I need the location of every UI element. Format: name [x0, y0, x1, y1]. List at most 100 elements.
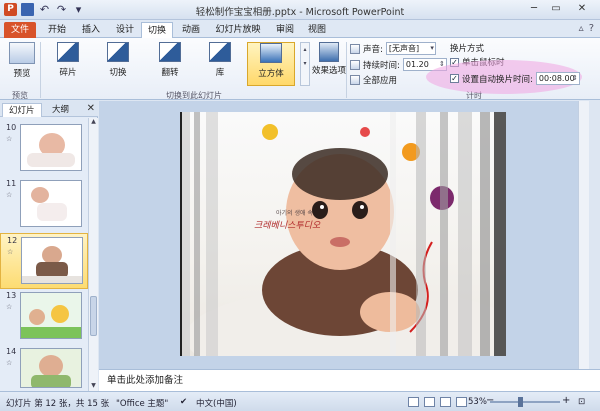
sound-icon — [350, 43, 360, 54]
auto-advance-spinner[interactable]: 00:08.00 — [535, 72, 580, 85]
tab-slideshow[interactable]: 幻灯片放映 — [210, 22, 266, 38]
transition-label: 切换 — [109, 68, 127, 78]
transition-star-icon: ☆ — [6, 303, 13, 311]
sound-row: 声音: [无声音] — [350, 42, 436, 55]
slide-number: 12 — [7, 236, 18, 245]
minimize-ribbon-icon[interactable]: ▵ — [579, 23, 584, 34]
tab-slides[interactable]: 幻灯片 — [2, 103, 42, 117]
tab-outline[interactable]: 大纲 — [46, 103, 75, 117]
sound-dropdown[interactable]: [无声音] — [385, 42, 436, 55]
preview-group-label: 预览 — [12, 91, 28, 100]
preview-label: 预览 — [13, 69, 31, 79]
preview-button[interactable]: 预览 — [2, 40, 42, 79]
group-separator — [346, 42, 347, 98]
flip-icon — [159, 42, 181, 62]
tab-file[interactable]: 文件 — [4, 22, 36, 38]
slide-scrollbar[interactable] — [578, 101, 589, 369]
slide-thumb-13[interactable]: 13 ☆ — [0, 289, 88, 345]
transition-star-icon: ☆ — [7, 248, 14, 256]
transition-star-icon: ☆ — [6, 359, 13, 367]
transition-gallery[interactable]: 库 — [196, 42, 244, 86]
window-title: 轻松制作宝宝相册.pptx - Microsoft PowerPoint — [195, 7, 405, 18]
transition-label: 翻转 — [161, 68, 179, 78]
spellcheck-icon[interactable]: ✔ — [180, 397, 187, 407]
slides-scrollbar[interactable]: ▲ ▼ — [88, 118, 98, 391]
minimize-button[interactable]: ─ — [524, 2, 544, 16]
slide-thumbnail — [20, 180, 82, 227]
scroll-up-icon[interactable]: ▲ — [89, 118, 98, 127]
close-window-button[interactable]: ✕ — [568, 2, 596, 16]
slideshow-icon[interactable] — [456, 397, 467, 407]
tab-transitions[interactable]: 切换 — [141, 22, 173, 38]
auto-advance-checkbox[interactable]: ✓ — [450, 74, 459, 83]
gallery-icon — [209, 42, 231, 62]
slide-editing-area: 아기의 생애 속 크레베니스투디오 — [99, 101, 589, 369]
slide-thumbnail — [20, 124, 82, 171]
advance-title-label: 换片方式 — [450, 44, 485, 54]
zoom-slider[interactable] — [490, 401, 560, 403]
transition-label: 立方体 — [258, 69, 284, 79]
zoom-slider-knob[interactable] — [518, 397, 523, 407]
preview-icon — [9, 42, 35, 64]
sound-label: 声音: — [363, 44, 383, 55]
cube-icon — [260, 43, 282, 63]
tab-home[interactable]: 开始 — [42, 22, 72, 38]
apply-all-row[interactable]: 全部应用 — [350, 74, 397, 86]
transition-star-icon: ☆ — [6, 135, 13, 143]
transition-flip[interactable]: 翻转 — [146, 42, 194, 86]
transition-switch[interactable]: 切换 — [94, 42, 142, 86]
effect-options-icon — [319, 42, 339, 62]
zoom-level[interactable]: 53% — [468, 397, 487, 407]
ribbon-controls: ▵ ? — [579, 23, 594, 34]
tab-review[interactable]: 审阅 — [270, 22, 300, 38]
window-controls: ─ ▭ ✕ — [524, 2, 596, 16]
notes-placeholder[interactable]: 单击此处添加备注 — [99, 369, 600, 391]
effect-options-button[interactable]: 效果选项 — [312, 40, 346, 76]
slide-thumbnail — [20, 348, 82, 388]
switch-icon — [107, 42, 129, 62]
ribbon-tabs: 文件 开始 插入 设计 切换 动画 幻灯片放映 审阅 视图 ▵ ? — [0, 20, 600, 38]
slide-number: 11 — [6, 179, 17, 188]
slide-number: 14 — [6, 347, 17, 356]
slide-number: 13 — [6, 291, 17, 300]
transition-cube[interactable]: 立方体 — [247, 42, 295, 86]
transition-label: 碎片 — [59, 68, 77, 78]
title-bar: P ↶ ↷ ▾ 轻松制作宝宝相册.pptx - Microsoft PowerP… — [0, 0, 600, 20]
normal-view-icon[interactable] — [408, 397, 419, 407]
slide-photo — [180, 112, 506, 356]
tab-insert[interactable]: 插入 — [76, 22, 106, 38]
slide-caption-small: 아기의 생애 속 — [276, 210, 313, 217]
tab-design[interactable]: 设计 — [110, 22, 140, 38]
current-slide[interactable]: 아기의 생애 속 크레베니스투디오 — [180, 112, 506, 356]
pane-tabs: 幻灯片 大纲 ✕ — [0, 101, 98, 117]
maximize-button[interactable]: ▭ — [546, 2, 566, 16]
slide-thumb-12[interactable]: 12 ☆ — [0, 233, 88, 289]
apply-all-icon — [350, 75, 360, 85]
scroll-down-icon[interactable]: ▼ — [89, 382, 98, 391]
transition-shred[interactable]: 碎片 — [44, 42, 92, 86]
slide-thumb-11[interactable]: 11 ☆ — [0, 177, 88, 233]
language-indicator[interactable]: 中文(中国) — [196, 397, 237, 409]
slide-thumbnail — [21, 237, 83, 284]
gallery-scroll[interactable]: ▴ ▾ — [300, 42, 310, 86]
tab-view[interactable]: 视图 — [302, 22, 332, 38]
transition-group-label: 切换到此幻灯片 — [166, 91, 222, 100]
zoom-in-icon[interactable]: + — [562, 395, 570, 406]
help-icon[interactable]: ? — [589, 23, 594, 34]
close-icon[interactable]: ✕ — [87, 103, 95, 114]
transition-label: 库 — [215, 68, 225, 78]
slide-sorter-icon[interactable] — [424, 397, 435, 407]
status-bar: 幻灯片 第 12 张，共 15 张 "Office 主题" ✔ 中文(中国) 5… — [0, 391, 600, 411]
slides-pane: 幻灯片 大纲 ✕ 10 ☆ 11 ☆ 12 ☆ 13 ☆ 14 ☆ ▲ ▼ — [0, 101, 98, 391]
reading-view-icon[interactable] — [440, 397, 451, 407]
advance-title: 换片方式 — [450, 42, 484, 54]
fit-slide-icon[interactable]: ⊡ — [578, 397, 585, 407]
auto-advance-label: 设置自动换片时间: — [462, 74, 533, 85]
tab-animations[interactable]: 动画 — [176, 22, 206, 38]
shred-icon — [57, 42, 79, 62]
slide-thumb-14[interactable]: 14 ☆ — [0, 345, 88, 389]
slide-thumb-10[interactable]: 10 ☆ — [0, 121, 88, 177]
duration-label: 持续时间: — [363, 60, 400, 71]
auto-advance-row[interactable]: ✓ 设置自动换片时间: 00:08.00 — [450, 72, 580, 85]
scroll-thumb[interactable] — [90, 296, 97, 336]
